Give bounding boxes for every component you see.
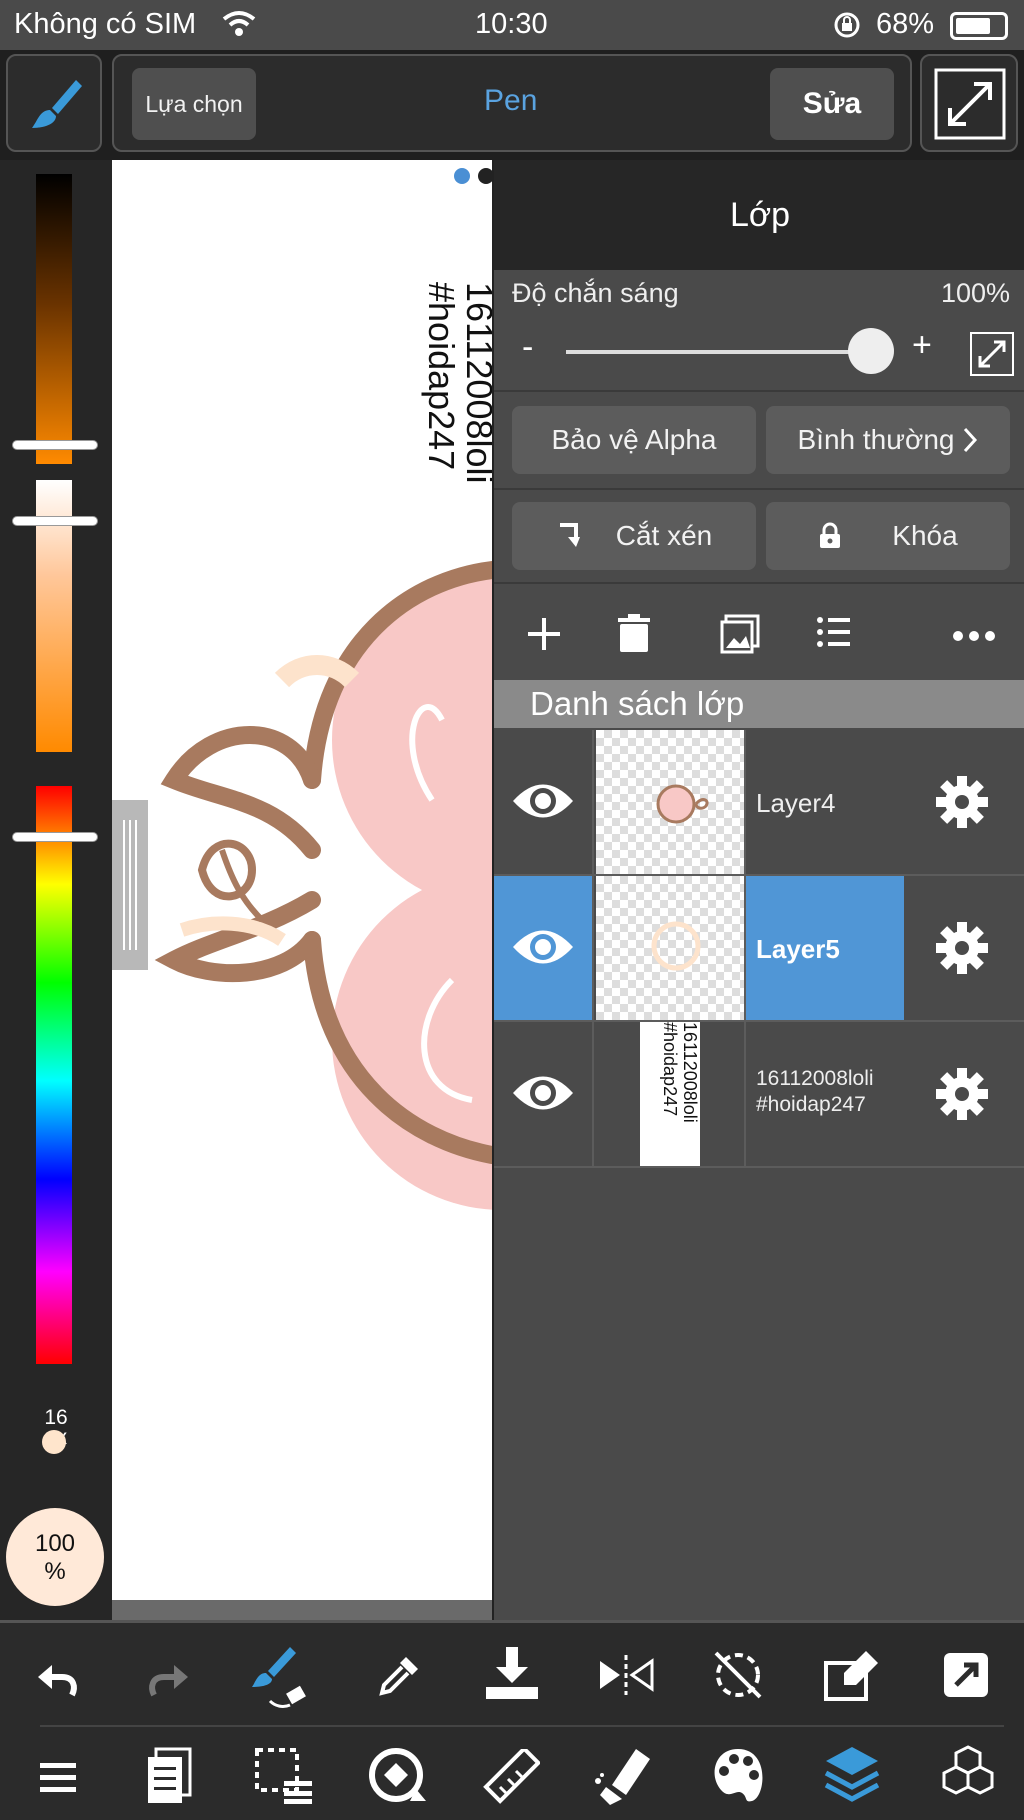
- layer-list-icon[interactable]: [816, 614, 852, 650]
- rotate-reset-icon[interactable]: [710, 1647, 766, 1703]
- brush-swap-icon[interactable]: [250, 1643, 314, 1709]
- clipping-button[interactable]: Cắt xén: [512, 502, 756, 570]
- fullscreen-icon: [934, 68, 1006, 140]
- eyedropper-icon[interactable]: [376, 1653, 422, 1699]
- canvas-grip-left[interactable]: [112, 800, 148, 970]
- add-layer-icon[interactable]: [524, 614, 564, 654]
- bottom-toolbar: [0, 1620, 1024, 1820]
- layer-thumbnail-drawing: [656, 784, 709, 824]
- blend-mode-button[interactable]: Bình thường: [766, 406, 1010, 474]
- clipping-arrow-icon: [559, 523, 580, 547]
- carrier-label: Không có SIM: [14, 8, 197, 40]
- eye-icon: [513, 784, 573, 818]
- more-options-icon[interactable]: [952, 630, 996, 642]
- undo-icon[interactable]: [34, 1659, 80, 1699]
- opacity-slider[interactable]: [566, 350, 886, 354]
- hue-slider[interactable]: [36, 786, 72, 1364]
- select-button[interactable]: Lựa chọn: [132, 68, 256, 140]
- fill-pen-icon[interactable]: [592, 1745, 654, 1807]
- page-indicator-dot: [452, 166, 492, 191]
- lock-label: Khóa: [892, 520, 958, 551]
- save-download-icon[interactable]: [482, 1645, 542, 1703]
- eye-icon: [513, 930, 573, 964]
- saturation-slider-handle[interactable]: [12, 516, 98, 526]
- layer-list-header: Danh sách lớp: [494, 680, 1024, 728]
- lock-button[interactable]: Khóa: [766, 502, 1010, 570]
- layer-panel: Lớp Độ chắn sáng 100% - + Bảo vệ Alpha B…: [492, 160, 1024, 1620]
- flip-horizontal-icon[interactable]: [596, 1653, 656, 1697]
- clock-label: 10:30: [475, 8, 548, 40]
- layer-thumbnail: [596, 876, 746, 1020]
- brightness-slider-handle[interactable]: [12, 440, 98, 450]
- layer-visibility-toggle[interactable]: [494, 730, 594, 874]
- clipping-label: Cắt xén: [615, 520, 713, 551]
- alpha-protect-button[interactable]: Bảo vệ Alpha: [512, 406, 756, 474]
- hue-slider-handle[interactable]: [12, 832, 98, 842]
- opacity-plus-button[interactable]: +: [912, 326, 932, 365]
- alpha-protect-label: Bảo vệ Alpha: [551, 424, 717, 455]
- layer-settings-gear-icon[interactable]: [934, 1066, 990, 1122]
- layer-row[interactable]: Layer4: [494, 730, 1024, 876]
- fullscreen-button[interactable]: [920, 54, 1018, 152]
- opacity-expand-button[interactable]: [970, 332, 1014, 376]
- layer-settings-gear-icon[interactable]: [934, 920, 990, 976]
- layer-name: 16112008loli #hoidap247: [756, 1067, 874, 1116]
- brush-icon: [32, 80, 82, 128]
- battery-percent: 68%: [876, 8, 935, 40]
- layer-thumbnail-text: 16112008loli #hoidap247: [640, 1022, 700, 1166]
- share-export-icon[interactable]: [942, 1651, 990, 1699]
- edit-canvas-icon[interactable]: [822, 1647, 882, 1703]
- canvas-watermark-text: 16112008loli #hoidap247: [421, 282, 492, 484]
- pages-icon[interactable]: [146, 1747, 192, 1805]
- brush-tool-button[interactable]: [6, 54, 102, 152]
- layer-visibility-toggle[interactable]: [494, 876, 594, 1020]
- toolbar-divider: [40, 1725, 1004, 1727]
- transform-rotate-icon[interactable]: [366, 1745, 428, 1807]
- rotation-lock-icon: [832, 10, 862, 48]
- battery-icon: [950, 12, 1008, 40]
- layer-name: Layer4: [756, 788, 836, 818]
- image-layer-icon[interactable]: [720, 614, 760, 654]
- top-toolbar: Lựa chọn Pen Sửa: [0, 50, 1024, 160]
- ruler-icon[interactable]: [480, 1749, 540, 1807]
- layer-visibility-toggle[interactable]: [494, 1022, 594, 1166]
- drawing-canvas[interactable]: 16112008loli #hoidap247: [112, 160, 492, 1600]
- opacity-label: Độ chắn sáng: [512, 278, 679, 308]
- menu-icon[interactable]: [38, 1759, 78, 1795]
- opacity-minus-button[interactable]: -: [522, 328, 533, 367]
- layer-row[interactable]: 16112008loli #hoidap247 16112008loli #ho…: [494, 1022, 1024, 1168]
- brightness-slider[interactable]: [36, 174, 72, 464]
- wifi-icon: [222, 10, 256, 46]
- layer-thumbnail-drawing: [651, 921, 701, 971]
- status-bar: Không có SIM 10:30 68%: [0, 0, 1024, 50]
- selection-icon[interactable]: [254, 1747, 314, 1805]
- eye-icon: [513, 1076, 573, 1110]
- layer-toolbar: [494, 580, 1024, 690]
- redo-icon[interactable]: [146, 1659, 192, 1699]
- edit-button[interactable]: Sửa: [770, 68, 894, 140]
- 3d-materials-icon[interactable]: [936, 1743, 1000, 1807]
- blend-mode-label: Bình thường: [797, 424, 955, 455]
- opacity-slider-knob[interactable]: [848, 328, 894, 374]
- layer-settings-gear-icon[interactable]: [934, 774, 990, 830]
- lock-icon: [820, 522, 841, 548]
- layers-icon[interactable]: [822, 1743, 882, 1807]
- expand-icon: [978, 340, 1006, 368]
- layer-panel-title: Lớp: [494, 160, 1024, 270]
- layer-thumbnail: [596, 730, 746, 874]
- layer-row-selected[interactable]: Layer5: [494, 876, 1024, 1022]
- tool-info-bar: Lựa chọn Pen Sửa: [112, 54, 912, 152]
- layer-name: Layer5: [756, 934, 840, 964]
- color-palette-icon[interactable]: [708, 1747, 768, 1803]
- tool-title[interactable]: Pen: [484, 84, 537, 118]
- chevron-right-icon: [964, 427, 978, 453]
- layer-thumbnail: 16112008loli #hoidap247: [596, 1022, 746, 1166]
- canvas-bottom-edge: [112, 1600, 492, 1620]
- color-panel: 16 px 100 %: [0, 160, 112, 1620]
- brush-size-preview: [42, 1430, 66, 1454]
- opacity-value: 100%: [940, 278, 1010, 308]
- delete-layer-icon[interactable]: [616, 614, 652, 654]
- grip-lines-icon: [123, 820, 137, 950]
- brush-opacity-button[interactable]: 100 %: [6, 1508, 104, 1606]
